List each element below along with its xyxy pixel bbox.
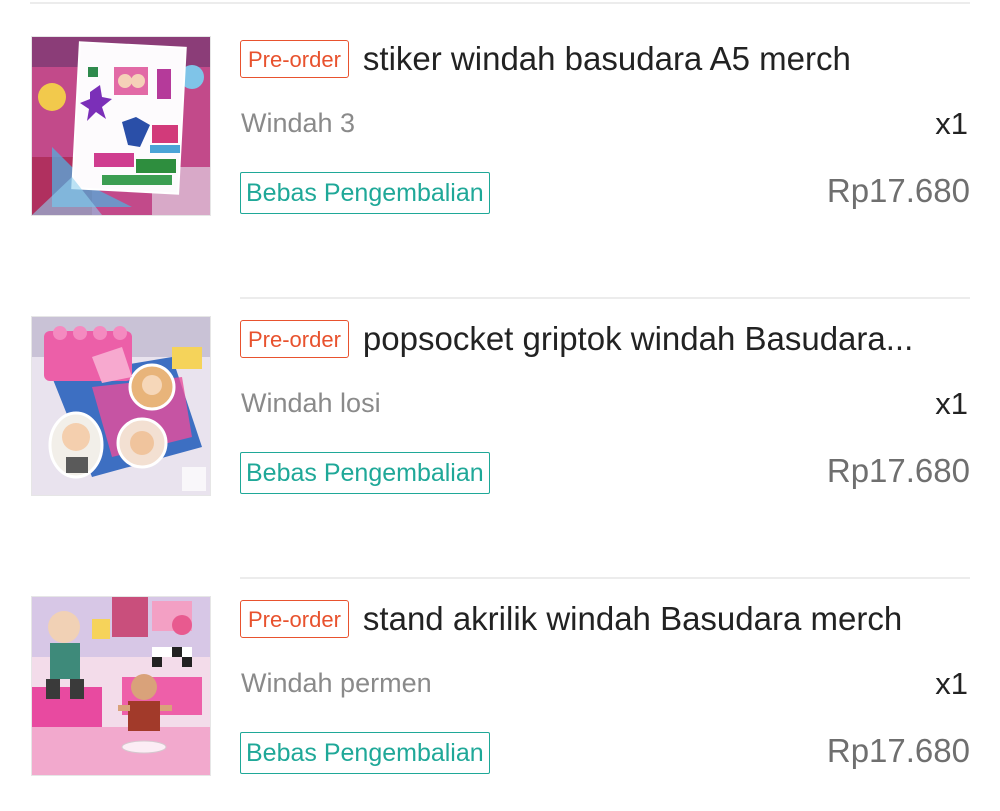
free-return-badge: Bebas Pengembalian	[240, 452, 490, 494]
preorder-badge: Pre-order	[240, 600, 349, 638]
popsocket-image	[32, 317, 210, 495]
product-price: Rp17.680	[826, 172, 970, 209]
product-price: Rp17.680	[826, 452, 970, 489]
product-title-row: Pre-order stand akrilik windah Basudara …	[240, 597, 970, 641]
order-item[interactable]: Pre-order popsocket griptok windah Basud…	[0, 297, 1000, 516]
product-name[interactable]: stand akrilik windah Basudara merch	[363, 600, 970, 638]
item-divider	[240, 297, 970, 299]
product-name[interactable]: popsocket griptok windah Basudara...	[363, 320, 970, 358]
acrylic-stand-image	[32, 597, 210, 775]
product-quantity: x1	[935, 666, 968, 701]
product-variant: Windah losi	[241, 388, 381, 418]
free-return-badge: Bebas Pengembalian	[240, 172, 490, 214]
sticker-sheet-image	[32, 37, 210, 215]
product-variant: Windah 3	[241, 108, 356, 138]
product-thumbnail[interactable]	[31, 596, 211, 776]
product-title-row: Pre-order popsocket griptok windah Basud…	[240, 317, 970, 361]
product-name[interactable]: stiker windah basudara A5 merch	[363, 40, 970, 78]
order-item[interactable]: Pre-order stand akrilik windah Basudara …	[0, 577, 1000, 796]
preorder-badge: Pre-order	[240, 320, 349, 358]
product-title-row: Pre-order stiker windah basudara A5 merc…	[240, 37, 970, 81]
product-thumbnail[interactable]	[31, 316, 211, 496]
product-variant: Windah permen	[241, 668, 432, 698]
order-item[interactable]: Pre-order stiker windah basudara A5 merc…	[0, 36, 1000, 236]
product-price: Rp17.680	[826, 732, 970, 769]
preorder-badge: Pre-order	[240, 40, 349, 78]
product-quantity: x1	[935, 106, 968, 141]
order-item-list: Pre-order stiker windah basudara A5 merc…	[0, 0, 1000, 811]
product-thumbnail[interactable]	[31, 36, 211, 216]
product-quantity: x1	[935, 386, 968, 421]
item-divider	[240, 577, 970, 579]
free-return-badge: Bebas Pengembalian	[240, 732, 490, 774]
